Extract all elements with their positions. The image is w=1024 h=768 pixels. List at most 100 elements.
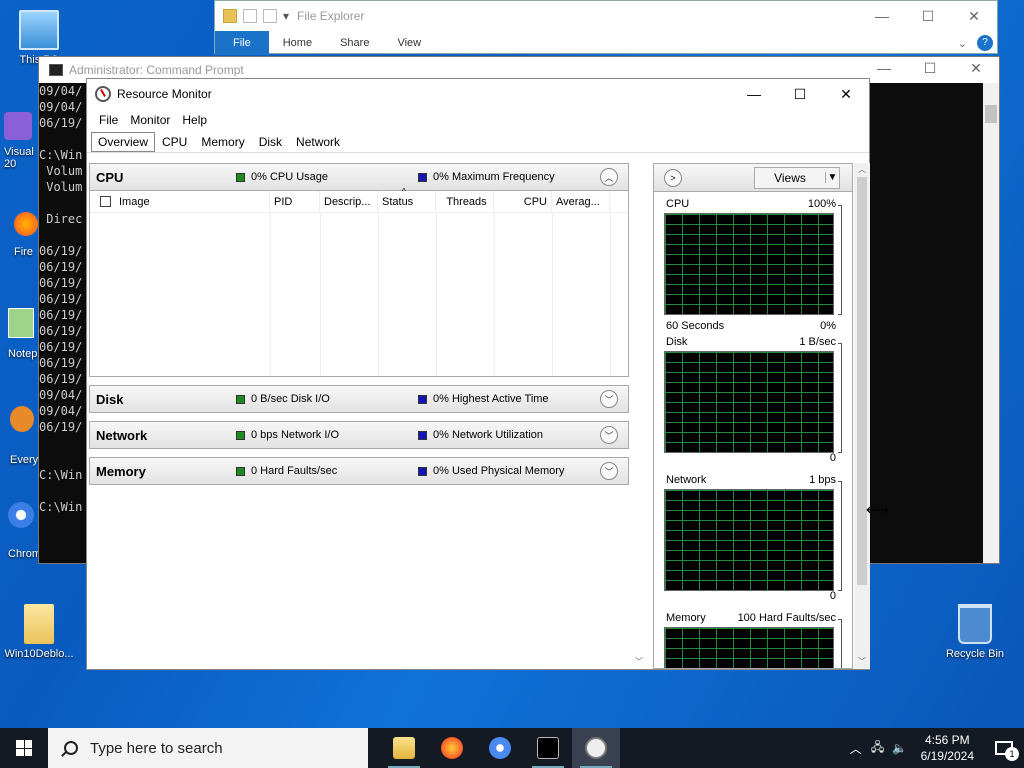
console-line: 09/04/: [39, 84, 83, 98]
scroll-down-arrow-icon[interactable]: ﹀: [854, 655, 870, 669]
visual-studio-icon: [4, 112, 32, 140]
column-status[interactable]: ^ Status: [378, 187, 436, 213]
file-explorer-titlebar[interactable]: ▾ File Explorer — ☐ ✕: [215, 1, 997, 31]
clock[interactable]: 4:56 PM 6/19/2024: [911, 732, 984, 764]
sort-arrow-icon: ^: [402, 186, 406, 196]
tab-network[interactable]: Network: [289, 132, 347, 152]
chevron-up-icon[interactable]: ︿: [845, 740, 867, 757]
close-button[interactable]: ✕: [953, 57, 999, 79]
column-label: Threads: [446, 195, 487, 208]
taskbar-command-prompt[interactable]: [524, 728, 572, 768]
cpu-process-table[interactable]: Image PID Descrip... ^ Status Threads CPU…: [89, 187, 629, 377]
cpu-section-header[interactable]: CPU 0% CPU Usage 0% Maximum Frequency ︿: [89, 163, 629, 191]
taskbar-search-box[interactable]: Type here to search: [48, 728, 368, 768]
blue-legend-square: [418, 430, 427, 440]
left-pane-scrollbar[interactable]: ▲ ﹀: [631, 163, 647, 669]
menu-help[interactable]: Help: [176, 113, 213, 127]
resource-monitor-icon: [585, 737, 607, 759]
scrollbar-thumb[interactable]: [985, 105, 997, 123]
blue-legend-square: [418, 466, 427, 476]
firefox-icon: [441, 737, 463, 759]
desktop-icon-everything[interactable]: Every: [10, 406, 40, 466]
collapse-chevron-icon[interactable]: ︿: [600, 168, 618, 186]
dropdown-arrow-icon[interactable]: ▾: [283, 9, 289, 23]
properties-icon[interactable]: [243, 9, 257, 23]
console-line: 06/19/: [39, 260, 83, 274]
max-frequency-value: 0% Maximum Frequency: [433, 171, 555, 183]
expand-chevron-icon[interactable]: ﹀: [600, 462, 618, 480]
column-image[interactable]: Image: [90, 190, 270, 213]
console-scrollbar[interactable]: [983, 83, 999, 563]
green-legend-square: [236, 466, 245, 476]
taskbar-file-explorer[interactable]: [380, 728, 428, 768]
column-pid[interactable]: PID: [270, 190, 320, 213]
maximize-button[interactable]: ☐: [905, 1, 951, 31]
column-divider: [270, 213, 271, 376]
scroll-down-arrow-icon[interactable]: ﹀: [631, 655, 647, 669]
column-cpu[interactable]: CPU: [494, 190, 552, 213]
search-placeholder: Type here to search: [90, 739, 223, 757]
resource-monitor-window[interactable]: Resource Monitor — ☐ ✕ File Monitor Help…: [86, 78, 870, 670]
expand-chevron-icon[interactable]: ﹀: [600, 390, 618, 408]
column-threads[interactable]: Threads: [436, 190, 494, 213]
desktop-icon-visual-studio[interactable]: Visual 20: [4, 112, 36, 170]
file-explorer-window[interactable]: ▾ File Explorer — ☐ ✕ File Home Share Vi…: [214, 0, 998, 55]
desktop-icon-notepad[interactable]: Notep: [8, 308, 40, 360]
taskbar-firefox[interactable]: [428, 728, 476, 768]
minimize-button[interactable]: —: [859, 1, 905, 31]
column-average[interactable]: Averag...: [552, 190, 610, 213]
volume-muted-icon[interactable]: 🔈: [889, 741, 911, 755]
menu-file[interactable]: File: [93, 113, 124, 127]
ribbon-tab-home[interactable]: Home: [269, 31, 326, 55]
action-center-button[interactable]: 1: [984, 741, 1024, 761]
minimize-button[interactable]: —: [861, 57, 907, 79]
memory-section-header[interactable]: Memory 0 Hard Faults/sec 0% Used Physica…: [89, 457, 629, 485]
maximize-button[interactable]: ☐: [907, 57, 953, 79]
close-button[interactable]: ✕: [951, 1, 997, 31]
maximize-button[interactable]: ☐: [777, 79, 823, 109]
expand-chevron-icon[interactable]: ﹀: [600, 426, 618, 444]
select-all-checkbox[interactable]: [100, 196, 111, 207]
ribbon-tab-share[interactable]: Share: [326, 31, 383, 55]
graph-time-span: 60 Seconds: [666, 320, 725, 332]
console-line: 06/19/: [39, 308, 83, 322]
desktop-icon-firefox[interactable]: Fire: [14, 212, 40, 258]
scrollbar-thumb[interactable]: [857, 177, 867, 585]
menu-monitor[interactable]: Monitor: [124, 113, 176, 127]
tab-disk[interactable]: Disk: [252, 132, 289, 152]
column-description[interactable]: Descrip...: [320, 190, 378, 213]
expand-ribbon-icon[interactable]: ⌄: [958, 37, 967, 50]
disk-section-header[interactable]: Disk 0 B/sec Disk I/O 0% Highest Active …: [89, 385, 629, 413]
green-legend-square: [236, 430, 245, 440]
scroll-up-arrow-icon[interactable]: ︿: [854, 163, 870, 177]
column-label: PID: [274, 195, 293, 208]
console-line: Direc: [39, 212, 83, 226]
highest-active-time-value: 0% Highest Active Time: [433, 393, 549, 405]
minimize-button[interactable]: —: [731, 79, 777, 109]
tab-cpu[interactable]: CPU: [155, 132, 194, 152]
graphs-scrollbar[interactable]: ︿ ﹀: [854, 163, 870, 669]
ribbon-tab-file[interactable]: File: [215, 31, 269, 55]
start-button[interactable]: [0, 728, 48, 768]
views-dropdown[interactable]: Views ▼: [754, 166, 840, 189]
system-tray: ︿ 🖧 🔈 4:56 PM 6/19/2024 1: [845, 728, 1024, 768]
taskbar-resource-monitor[interactable]: [572, 728, 620, 768]
expand-right-arrow-icon[interactable]: >: [664, 168, 682, 187]
new-folder-icon[interactable]: [263, 9, 277, 23]
desktop-icon-win10debloater[interactable]: Win10Deblo...: [2, 604, 76, 660]
tab-overview[interactable]: Overview: [91, 132, 156, 152]
help-icon[interactable]: ?: [977, 35, 993, 51]
command-prompt-icon: [49, 64, 63, 76]
taskbar-chromium[interactable]: [476, 728, 524, 768]
ribbon-tab-view[interactable]: View: [383, 31, 435, 55]
tab-strip: Overview CPU Memory Disk Network: [87, 131, 869, 153]
tab-memory[interactable]: Memory: [194, 132, 251, 152]
resource-monitor-titlebar[interactable]: Resource Monitor — ☐ ✕: [87, 79, 869, 109]
network-icon[interactable]: 🖧: [867, 738, 889, 759]
desktop-icon-recycle-bin[interactable]: Recycle Bin: [938, 604, 1012, 660]
close-button[interactable]: ✕: [823, 79, 869, 109]
console-output[interactable]: 09/04/09/04/06/19/ C:\Win Volum Volum Di…: [39, 83, 89, 563]
network-section-header[interactable]: Network 0 bps Network I/O 0% Network Uti…: [89, 421, 629, 449]
desktop-icon-chromium[interactable]: Chromium: [8, 502, 59, 560]
